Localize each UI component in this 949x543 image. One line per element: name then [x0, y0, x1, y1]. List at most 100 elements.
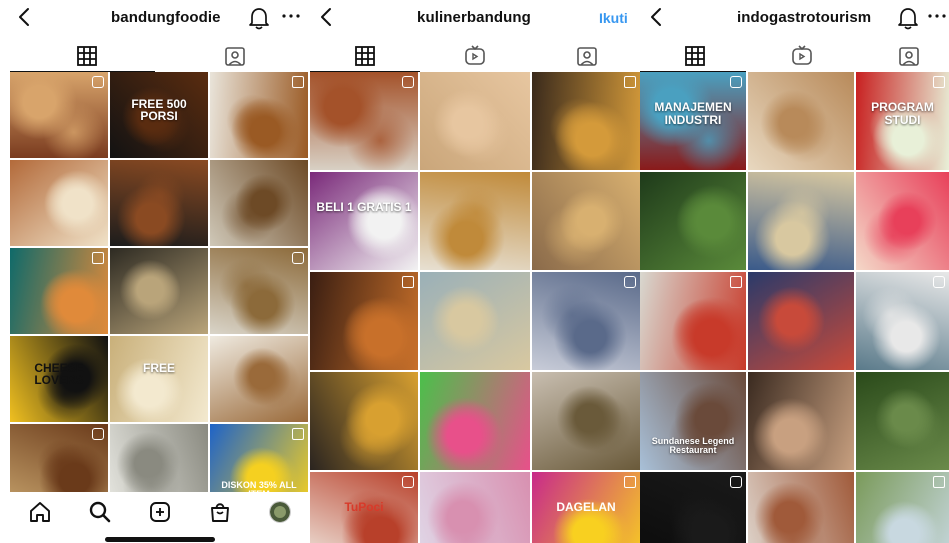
post-thumbnail[interactable]: [110, 424, 208, 492]
post-thumbnail[interactable]: [110, 160, 208, 246]
post-thumbnail[interactable]: PROGRAM STUDI: [856, 72, 949, 170]
notification-bell-icon[interactable]: [897, 6, 919, 30]
multi-post-icon: [292, 76, 304, 88]
multi-post-icon: [92, 428, 104, 440]
home-icon[interactable]: [28, 500, 52, 524]
post-photo: [748, 472, 854, 543]
post-thumbnail[interactable]: MANAJEMEN INDUSTRI: [640, 72, 746, 170]
multi-post-icon: [730, 276, 742, 288]
post-thumbnail[interactable]: [310, 272, 418, 370]
post-thumbnail[interactable]: [210, 72, 308, 158]
post-thumbnail[interactable]: [748, 372, 854, 470]
multi-post-icon: [624, 476, 636, 488]
post-thumbnail[interactable]: [748, 272, 854, 370]
post-thumbnail[interactable]: CHEESE LOVERS: [10, 336, 108, 422]
post-thumbnail[interactable]: [310, 372, 418, 470]
post-photo: [420, 172, 530, 270]
tagged-tab-icon[interactable]: [897, 44, 921, 68]
multi-post-icon: [730, 76, 742, 88]
post-thumbnail[interactable]: [532, 372, 640, 470]
post-photo: [110, 424, 208, 492]
notification-bell-icon[interactable]: [248, 6, 270, 30]
post-thumbnail[interactable]: [420, 272, 530, 370]
more-options-icon[interactable]: [280, 9, 302, 23]
post-thumbnail[interactable]: DAGELAN: [532, 472, 640, 543]
profile-panel-bandungfoodie: bandungfoodie FREE 500 PORSI CHEESE LOVER…: [0, 0, 310, 543]
tagged-tab-icon[interactable]: [575, 44, 599, 68]
post-caption-text: MANAJEMEN INDUSTRI: [654, 100, 732, 127]
post-photo: [110, 248, 208, 334]
profile-tabs: [640, 44, 949, 72]
post-thumbnail[interactable]: Sundanese Legend Restaurant: [640, 372, 746, 470]
reels-tab-icon[interactable]: [463, 44, 487, 68]
grid-tab-icon[interactable]: [683, 44, 707, 68]
profile-header: indogastrotourism: [640, 0, 949, 36]
multi-post-icon: [292, 252, 304, 264]
profile-panel-indogastrotourism: indogastrotourism MANAJEMEN INDUSTRI PROG…: [640, 0, 949, 543]
post-caption-text: DISKON 35% ALL ITEM: [221, 479, 297, 492]
post-grid: BELI 1 GRATIS 1 TuPoci DAGELAN: [310, 72, 640, 543]
post-thumbnail[interactable]: [856, 272, 949, 370]
more-options-icon[interactable]: [926, 9, 948, 23]
shop-icon[interactable]: [208, 500, 232, 524]
post-thumbnail[interactable]: BELI 1 GRATIS 1: [310, 172, 418, 270]
post-thumbnail[interactable]: [10, 160, 108, 246]
post-thumbnail[interactable]: [856, 472, 949, 543]
post-photo: [856, 372, 949, 470]
multi-post-icon: [402, 476, 414, 488]
profile-username: indogastrotourism: [737, 9, 872, 26]
post-thumbnail[interactable]: [856, 172, 949, 270]
post-thumbnail[interactable]: [310, 72, 418, 170]
post-thumbnail[interactable]: [532, 272, 640, 370]
back-arrow-icon[interactable]: [316, 6, 338, 28]
post-photo: [748, 72, 854, 170]
post-thumbnail[interactable]: [748, 172, 854, 270]
post-thumbnail[interactable]: [420, 372, 530, 470]
post-thumbnail[interactable]: [532, 72, 640, 170]
post-photo: [310, 372, 418, 470]
post-caption-text: PROGRAM STUDI: [871, 100, 934, 127]
post-photo: [10, 160, 108, 246]
post-thumbnail[interactable]: [420, 172, 530, 270]
back-arrow-icon[interactable]: [14, 6, 36, 28]
post-thumbnail[interactable]: [640, 472, 746, 543]
post-thumbnail[interactable]: [10, 424, 108, 492]
post-thumbnail[interactable]: [748, 72, 854, 170]
post-thumbnail[interactable]: [640, 172, 746, 270]
post-thumbnail[interactable]: [532, 172, 640, 270]
grid-tab-icon[interactable]: [353, 44, 377, 68]
post-thumbnail[interactable]: FREE: [110, 336, 208, 422]
post-thumbnail[interactable]: [748, 472, 854, 543]
follow-button[interactable]: Ikuti: [599, 10, 628, 26]
post-thumbnail[interactable]: [856, 372, 949, 470]
multi-post-icon: [624, 276, 636, 288]
home-indicator-bar[interactable]: [105, 537, 215, 542]
post-thumbnail[interactable]: FREE 500 PORSI: [110, 72, 208, 158]
post-caption-text: FREE 500 PORSI: [131, 96, 187, 124]
post-photo: [748, 272, 854, 370]
post-thumbnail[interactable]: [210, 248, 308, 334]
post-thumbnail[interactable]: TuPoci: [310, 472, 418, 543]
post-thumbnail[interactable]: DISKON 35% ALL ITEM: [210, 424, 308, 492]
post-thumbnail[interactable]: [10, 248, 108, 334]
post-thumbnail[interactable]: [210, 336, 308, 422]
post-thumbnail[interactable]: [640, 272, 746, 370]
post-photo: [420, 372, 530, 470]
post-thumbnail[interactable]: [420, 72, 530, 170]
post-photo: [640, 172, 746, 270]
post-thumbnail[interactable]: [420, 472, 530, 543]
reels-tab-icon[interactable]: [790, 44, 814, 68]
grid-tab-icon[interactable]: [75, 44, 99, 68]
profile-avatar[interactable]: [268, 500, 292, 524]
profile-tabs: [310, 44, 640, 72]
create-post-icon[interactable]: [148, 500, 172, 524]
back-arrow-icon[interactable]: [646, 6, 668, 28]
multi-post-icon: [933, 476, 945, 488]
post-photo: [420, 272, 530, 370]
tagged-tab-icon[interactable]: [223, 44, 247, 68]
post-thumbnail[interactable]: [110, 248, 208, 334]
post-thumbnail[interactable]: [210, 160, 308, 246]
profile-username: bandungfoodie: [111, 9, 221, 26]
post-thumbnail[interactable]: [10, 72, 108, 158]
search-icon[interactable]: [88, 500, 112, 524]
